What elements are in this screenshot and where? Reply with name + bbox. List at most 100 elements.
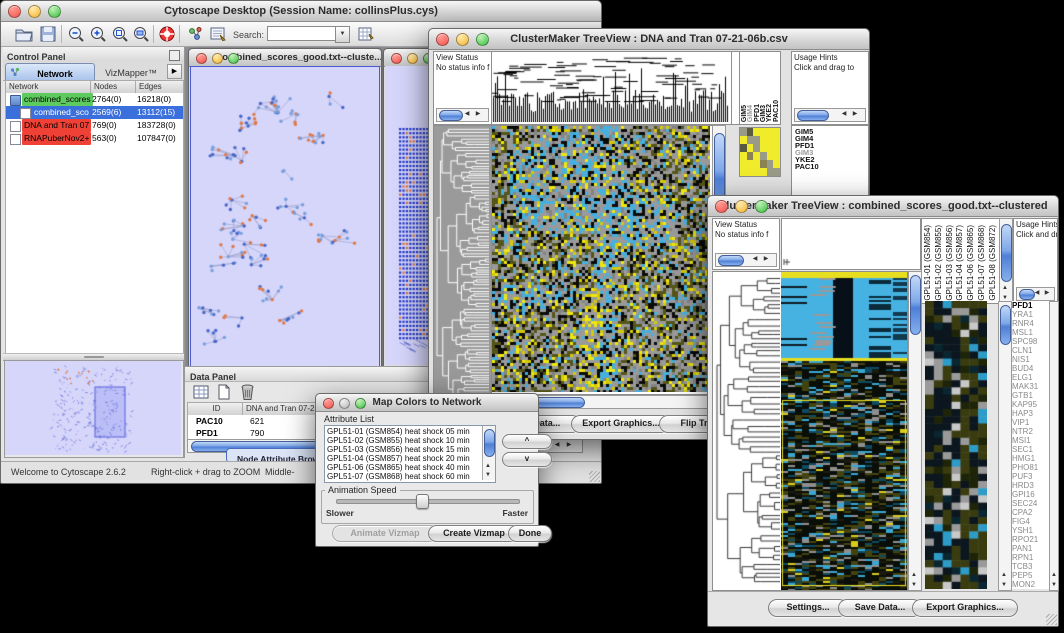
tv2-labels-vscrollbar[interactable]: ▲ ▼ (998, 301, 1012, 591)
search-dropdown-button[interactable]: ▼ (335, 26, 350, 43)
tv2-right-vscrollbar[interactable]: ▲ ▼ (1049, 301, 1059, 591)
tv2-row-label[interactable]: PUF3 (1012, 472, 1049, 481)
help-lifering-icon[interactable] (158, 25, 176, 43)
scroll-left-arrow[interactable]: ◀ (462, 109, 472, 119)
main-title-bar[interactable]: Cytoscape Desktop (Session Name: collins… (1, 1, 601, 22)
scrollbar-thumb[interactable] (1001, 224, 1012, 282)
scroll-down-arrow[interactable]: ▼ (909, 580, 919, 590)
scrollbar-thumb[interactable] (910, 275, 921, 335)
zoom-window-button[interactable] (228, 53, 239, 64)
tv2-row-label[interactable]: MON2 (1012, 580, 1049, 589)
tv2-zoom-heatmap[interactable] (925, 301, 987, 589)
scroll-down-arrow[interactable]: ▼ (1049, 580, 1059, 590)
tv2-row-label[interactable]: KAP95 (1012, 400, 1049, 409)
scrollbar-thumb[interactable] (718, 255, 744, 266)
column-header-nodes[interactable]: Nodes (91, 81, 136, 93)
window-resize-grip[interactable] (589, 471, 600, 482)
network-view-title-bar[interactable]: combined_scores_good.txt--cluste... (189, 49, 381, 67)
minimize-button[interactable] (456, 33, 469, 46)
scroll-right-arrow[interactable]: ▶ (1042, 288, 1052, 298)
treeview2-title-bar[interactable]: ClusterMaker TreeView : combined_scores_… (708, 196, 1058, 217)
vizmapper-icon[interactable] (209, 25, 227, 43)
tv2-row-label[interactable]: HRD3 (1012, 481, 1049, 490)
network-overview[interactable] (4, 360, 184, 458)
tv1-zoom-heatmap[interactable] (739, 127, 781, 177)
tv1-column-label[interactable]: PAC10 (773, 100, 780, 122)
table-mode-icon[interactable] (193, 384, 209, 400)
scroll-up-arrow[interactable]: ▲ (1049, 570, 1059, 580)
network-tree-row[interactable]: DNA and Tran 07769(0)183728(0) (6, 119, 183, 132)
tv2-row-label[interactable]: PFD1 (1012, 301, 1049, 310)
tv1-row-dendrogram[interactable] (433, 125, 492, 409)
tv2-column-label[interactable]: GPL51-01 (GSM854) (924, 225, 932, 301)
attribute-browser-icon[interactable] (357, 25, 375, 43)
zoom-window-button[interactable] (476, 33, 489, 46)
zoom-out-icon[interactable] (67, 25, 85, 43)
mini-heatmap-cell[interactable] (773, 144, 780, 152)
tv2-row-dendrogram[interactable] (712, 271, 783, 591)
tv2-row-label[interactable]: BUD4 (1012, 364, 1049, 373)
tv2-save-data-button[interactable]: Save Data... (838, 599, 922, 617)
scroll-right-arrow[interactable]: ▶ (473, 109, 483, 119)
column-header-edges[interactable]: Edges (136, 81, 183, 93)
tv2-heatmap[interactable] (781, 271, 908, 591)
tv2-row-label[interactable]: RNR4 (1012, 319, 1049, 328)
tv2-row-label[interactable]: TCB3 (1012, 562, 1049, 571)
speed-slider-thumb[interactable] (416, 494, 429, 509)
tv2-column-label[interactable]: GPL51-06 (GSM865) (967, 225, 975, 301)
network-tree-row[interactable]: combined_scores2764(0)16218(0) (6, 93, 183, 106)
minimize-button[interactable] (339, 398, 350, 409)
tv2-row-label[interactable]: HAP3 (1012, 409, 1049, 418)
mini-heatmap-cell[interactable] (767, 160, 774, 168)
zoom-fit-icon[interactable] (132, 25, 150, 43)
network-tree-row[interactable]: RNAPuberNov2+563(0)107847(0) (6, 132, 183, 145)
animate-vizmap-button[interactable]: Animate Vizmap (332, 525, 438, 542)
tab-network[interactable]: Network (5, 63, 95, 81)
tv1-row-label[interactable]: PAC10 (795, 163, 868, 170)
scrollbar-thumb[interactable] (439, 110, 463, 121)
tv2-row-label[interactable]: ELG1 (1012, 373, 1049, 382)
tv2-row-label[interactable]: CLN1 (1012, 346, 1049, 355)
tv2-row-label[interactable]: MAK31 (1012, 382, 1049, 391)
scroll-up-arrow[interactable]: ▲ (1000, 283, 1010, 293)
scroll-up-arrow[interactable]: ▲ (999, 570, 1009, 580)
scroll-down-arrow[interactable]: ▼ (999, 580, 1009, 590)
mini-heatmap-cell[interactable] (773, 168, 780, 176)
tv2-row-label[interactable]: PAN1 (1012, 544, 1049, 553)
network-canvas[interactable] (191, 67, 379, 366)
tv2-row-label[interactable]: GTB1 (1012, 391, 1049, 400)
column-header-network[interactable]: Network (6, 81, 91, 93)
new-attribute-icon[interactable] (216, 384, 232, 400)
tv2-status-hscrollbar[interactable]: ◀ ▶ (715, 253, 777, 267)
search-input[interactable] (267, 26, 339, 41)
tab-overflow-arrow[interactable]: ▶ (167, 64, 182, 79)
mini-heatmap-cell[interactable] (767, 152, 774, 160)
tv2-row-label[interactable]: VIP1 (1012, 418, 1049, 427)
zoom-window-button[interactable] (48, 5, 61, 18)
close-button[interactable] (391, 53, 402, 64)
tab-vizmapper[interactable]: VizMapper™ (95, 63, 167, 79)
tv2-row-label[interactable]: GPI16 (1012, 490, 1049, 499)
move-up-button[interactable]: ^ (502, 434, 552, 449)
tv2-row-label[interactable]: YSH1 (1012, 526, 1049, 535)
mini-heatmap-cell[interactable] (773, 128, 780, 136)
minimize-button[interactable] (407, 53, 418, 64)
scroll-right-arrow[interactable]: ▶ (761, 254, 771, 264)
tv1-heatmap[interactable] (491, 125, 713, 395)
attribute-list-item[interactable]: GPL51-02 (GSM855) heat shock 10 min (325, 436, 495, 445)
scroll-left-arrow[interactable]: ◀ (750, 254, 760, 264)
close-button[interactable] (196, 53, 207, 64)
float-panel-icon[interactable] (169, 50, 180, 61)
tv2-column-label[interactable]: GPL51-07 (GSM868) (978, 225, 986, 301)
mini-heatmap-cell[interactable] (767, 144, 774, 152)
attribute-listbox[interactable]: GPL51-01 (GSM854) heat shock 05 minGPL51… (324, 425, 496, 483)
window-resize-grip[interactable] (1046, 614, 1057, 625)
tv2-export-graphics-button[interactable]: Export Graphics... (912, 599, 1018, 617)
tv2-row-label[interactable]: SEC1 (1012, 445, 1049, 454)
tv2-column-label[interactable]: GPL51-03 (GSM856) (946, 225, 954, 301)
network-tree-row[interactable]: combined_sco2569(6)13112(15) (6, 106, 183, 119)
tv2-row-label[interactable]: SPC98 (1012, 337, 1049, 346)
tv2-row-label[interactable]: NIS1 (1012, 355, 1049, 364)
tv2-row-label[interactable]: YRA1 (1012, 310, 1049, 319)
tv2-settings-button[interactable]: Settings... (768, 599, 848, 617)
